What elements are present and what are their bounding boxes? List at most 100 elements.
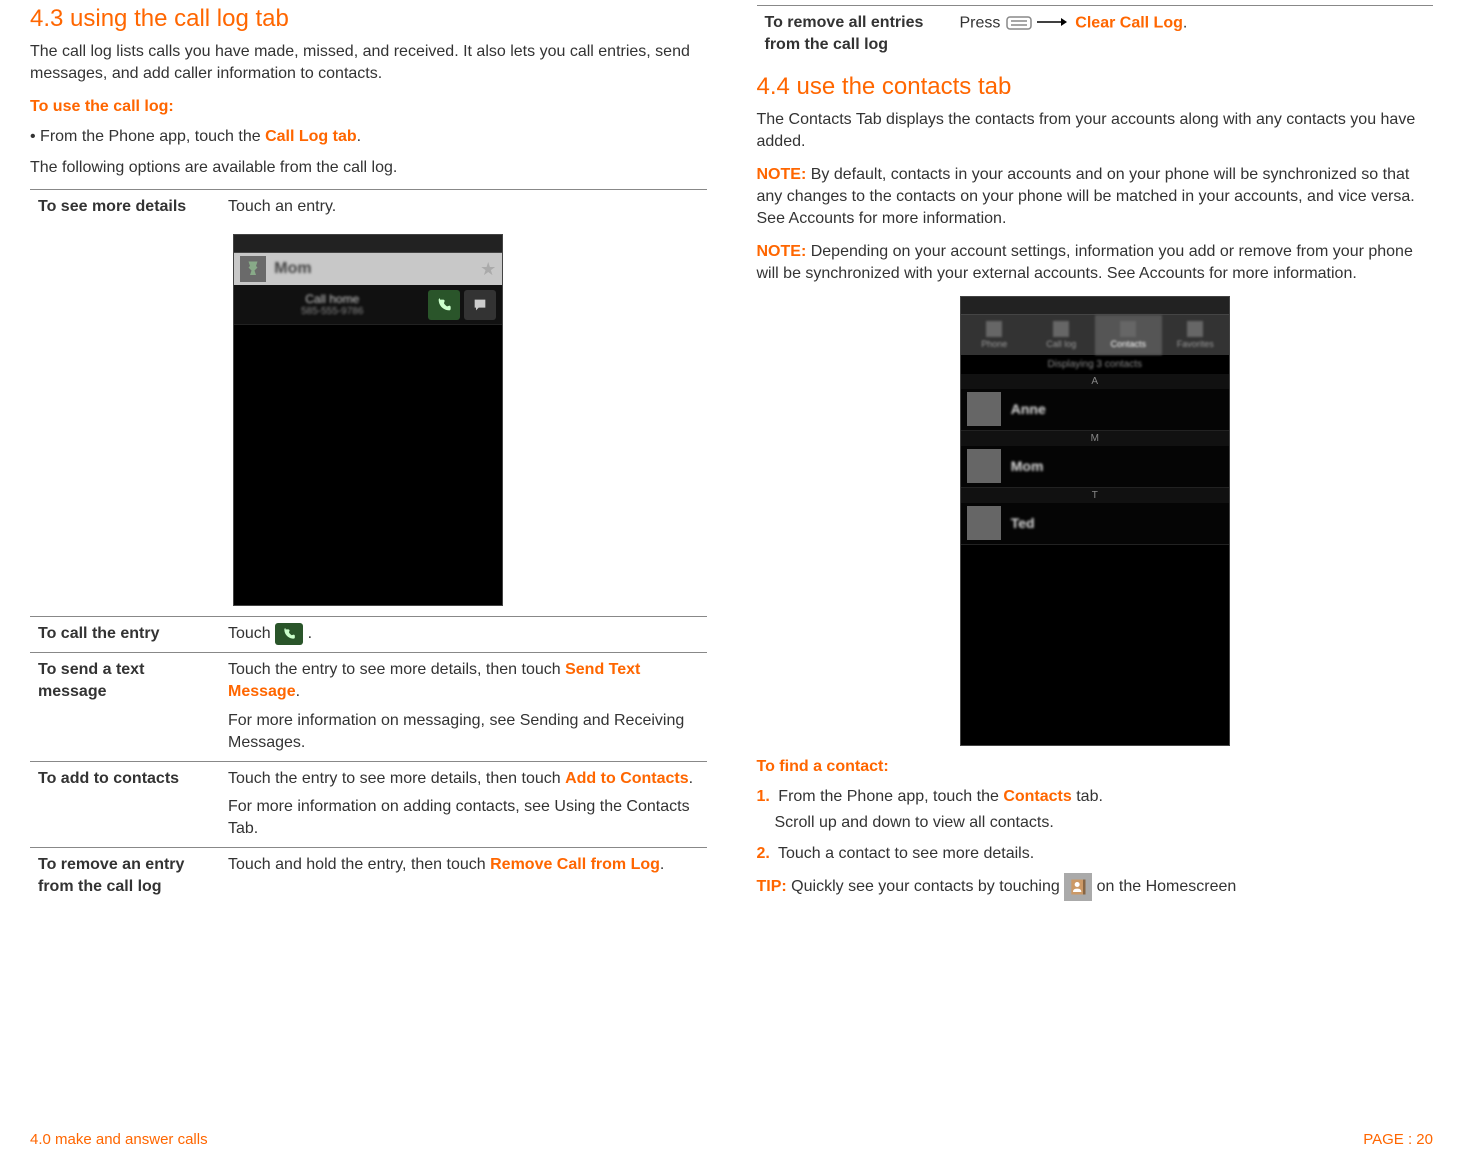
section-title-4-4: 4.4 use the contacts tab	[757, 73, 1434, 101]
tab-label: Call log	[1046, 339, 1076, 349]
table-row: To remove an entry from the call log Tou…	[30, 847, 707, 904]
phone-number: 585-555-9786	[240, 306, 424, 317]
contacts-tabrow: Phone Call log Contacts Favorites	[961, 315, 1229, 355]
alpha-divider: T	[961, 488, 1229, 503]
row-add-line1a: Touch the entry to see more details, the…	[228, 770, 565, 787]
contacts-hint: Displaying 3 contacts	[961, 355, 1229, 374]
message-button[interactable]	[464, 290, 496, 320]
list-item[interactable]: Mom	[961, 446, 1229, 488]
footer-section-title: 4.0 make and answer calls	[30, 1131, 208, 1148]
note-1: NOTE: By default, contacts in your accou…	[757, 164, 1434, 231]
call-log-tab-link: Call Log tab	[265, 128, 357, 145]
step-2: 2. Touch a contact to see more details.	[757, 843, 1434, 865]
tab-contacts[interactable]: Contacts	[1095, 315, 1162, 355]
row-text-line2: For more information on messaging, see S…	[228, 710, 699, 755]
row-remove-line1a: Touch and hold the entry, then touch	[228, 856, 490, 873]
intro-text: The call log lists calls you have made, …	[30, 41, 707, 86]
contact-avatar-icon	[967, 449, 1001, 483]
howto-bullet: • From the Phone app, touch the Call Log…	[30, 126, 707, 148]
menu-icon	[1005, 15, 1033, 31]
row-remove-line1b: .	[660, 856, 664, 873]
table-row: To send a text message Touch the entry t…	[30, 652, 707, 761]
tab-call-log[interactable]: Call log	[1028, 315, 1095, 355]
step2-text: Touch a contact to see more details.	[778, 845, 1034, 862]
footer-page-number: PAGE : 20	[1363, 1131, 1433, 1148]
table-row: To see more details Touch an entry.	[30, 189, 707, 224]
contact-name: Mom	[1011, 458, 1044, 474]
contact-header: Mom ★	[234, 253, 502, 285]
tip-b: on the Homescreen	[1092, 878, 1236, 895]
row-text-line1a: Touch the entry to see more details, the…	[228, 661, 565, 678]
arrow-icon	[1037, 12, 1067, 34]
step1-a: From the Phone app, touch the	[778, 788, 1003, 805]
note2-label: NOTE:	[757, 243, 807, 260]
row-add-label: To add to contacts	[30, 761, 220, 847]
phone-tab-icon	[986, 321, 1002, 337]
contacts-screenshot: Phone Call log Contacts Favorites Displa…	[757, 296, 1434, 746]
row-seemore-label: To see more details	[30, 189, 220, 224]
note1-label: NOTE:	[757, 166, 807, 183]
remove-call-from-log-link: Remove Call from Log	[490, 856, 660, 873]
add-to-contacts-link: Add to Contacts	[565, 770, 689, 787]
tab-label: Favorites	[1177, 339, 1214, 349]
favorites-tab-icon	[1187, 321, 1203, 337]
row-call-suffix: .	[303, 626, 312, 643]
contact-name: Mom	[274, 260, 311, 278]
step1-b: tab.	[1072, 788, 1103, 805]
row-text-label: To send a text message	[30, 652, 220, 761]
list-item[interactable]: Ted	[961, 503, 1229, 545]
call-log-options-table-top: To see more details Touch an entry.	[30, 189, 707, 224]
find-contact-steps: 1. From the Phone app, touch the Contact…	[757, 786, 1434, 865]
contacts-intro: The Contacts Tab displays the contacts f…	[757, 109, 1434, 154]
tab-favorites[interactable]: Favorites	[1162, 315, 1229, 355]
note-2: NOTE: Depending on your account settings…	[757, 241, 1434, 286]
row-removeall-label: To remove all entries from the call log	[757, 6, 952, 63]
contacts-tab-icon	[1120, 321, 1136, 337]
contacts-tab-link: Contacts	[1003, 788, 1071, 805]
note1-text: By default, contacts in your accounts an…	[757, 166, 1415, 228]
list-item[interactable]: Anne	[961, 389, 1229, 431]
tip-a: Quickly see your contacts by touching	[787, 878, 1064, 895]
calllog-tab-icon	[1053, 321, 1069, 337]
row-removeall-a: Press	[960, 14, 1005, 31]
contact-name: Ted	[1011, 515, 1035, 531]
section-title-4-3: 4.3 using the call log tab	[30, 5, 707, 33]
screenshot-empty-area	[961, 545, 1229, 745]
call-log-entry: Call home 585-555-9786	[234, 285, 502, 325]
row-removeall-value: Press Clear Call Log.	[952, 6, 1434, 63]
call-log-screenshot: Mom ★ Call home 585-555-9786	[30, 234, 707, 606]
tab-label: Contacts	[1110, 339, 1146, 349]
table-row: To remove all entries from the call log …	[757, 6, 1434, 63]
clear-call-log-link: Clear Call Log	[1075, 14, 1183, 31]
table-row: To add to contacts Touch the entry to se…	[30, 761, 707, 847]
call-label: Call home	[240, 292, 424, 306]
call-log-options-table-bottom: To call the entry Touch . To send a text…	[30, 616, 707, 904]
table-row: To call the entry Touch .	[30, 617, 707, 653]
note2-text: Depending on your account settings, info…	[757, 243, 1413, 282]
alpha-divider: A	[961, 374, 1229, 389]
call-button[interactable]	[428, 290, 460, 320]
row-remove-label: To remove an entry from the call log	[30, 847, 220, 904]
contact-avatar-icon	[967, 506, 1001, 540]
tip-label: TIP:	[757, 878, 787, 895]
phone-statusbar	[234, 235, 502, 253]
phone-statusbar	[961, 297, 1229, 315]
contact-name: Anne	[1011, 401, 1046, 417]
row-remove-value: Touch and hold the entry, then touch Rem…	[220, 847, 707, 904]
step-1: 1. From the Phone app, touch the Contact…	[757, 786, 1434, 835]
row-add-line2: For more information on adding contacts,…	[228, 796, 699, 841]
row-call-label: To call the entry	[30, 617, 220, 653]
howto-bullet-prefix: • From the Phone app, touch the	[30, 128, 265, 145]
alpha-divider: M	[961, 431, 1229, 446]
howto-bullet-suffix: .	[357, 128, 361, 145]
contact-avatar-icon	[967, 392, 1001, 426]
row-removeall-b: .	[1183, 14, 1187, 31]
row-seemore-value: Touch an entry.	[220, 189, 707, 224]
step1-sub: Scroll up and down to view all contacts.	[775, 812, 1434, 834]
row-call-value: Touch .	[220, 617, 707, 653]
tab-phone[interactable]: Phone	[961, 315, 1028, 355]
row-add-value: Touch the entry to see more details, the…	[220, 761, 707, 847]
remove-all-table: To remove all entries from the call log …	[757, 5, 1434, 63]
options-intro: The following options are available from…	[30, 157, 707, 179]
contacts-app-icon	[1064, 873, 1092, 901]
